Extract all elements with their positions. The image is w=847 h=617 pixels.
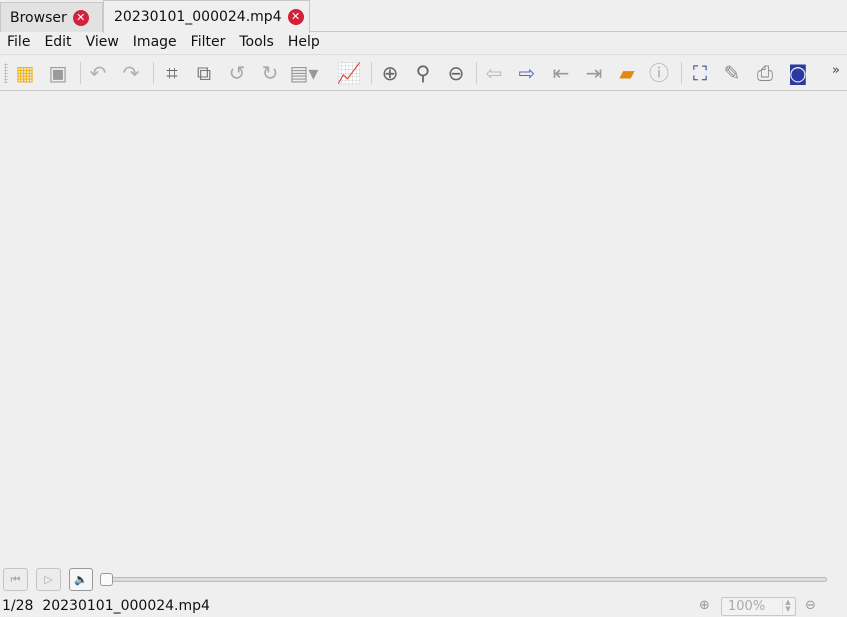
- redo-button[interactable]: ↷: [118, 61, 144, 85]
- play-button[interactable]: ▷: [36, 568, 61, 591]
- fullscreen-icon: ⛶: [693, 61, 707, 85]
- menu-image[interactable]: Image: [126, 32, 184, 52]
- undo-button[interactable]: ↶: [85, 61, 111, 85]
- menu-help[interactable]: Help: [281, 32, 327, 52]
- properties-button[interactable]: ⓘ: [646, 61, 672, 85]
- close-icon[interactable]: ✕: [287, 9, 304, 25]
- histogram-icon: 📈: [336, 61, 362, 85]
- first-button[interactable]: ⇤: [548, 61, 574, 85]
- zoom-out-icon: ⊖: [447, 61, 465, 85]
- zoom-value: 100%: [728, 599, 766, 614]
- volume-icon: 🔈: [74, 573, 88, 586]
- zoom-in-icon: ⊕: [381, 61, 399, 85]
- rotate-right-icon: ↻: [261, 61, 279, 85]
- zoom-spinner[interactable]: ▲ ▼: [782, 599, 793, 614]
- more-icon[interactable]: »: [832, 63, 840, 78]
- rotate-right-button[interactable]: ↻: [257, 61, 283, 85]
- slideshow-button[interactable]: ▰: [614, 61, 640, 85]
- seek-slider[interactable]: [103, 577, 827, 582]
- redo-icon: ↷: [122, 61, 140, 85]
- tab-bar: Browser ✕ 20230101_000024.mp4 ✕: [0, 0, 847, 33]
- save-icon: ▣: [48, 61, 68, 85]
- zoom-in-button[interactable]: ⊕: [377, 61, 403, 85]
- next-icon: ⇨: [518, 61, 536, 85]
- rotate-left-icon: ↺: [228, 61, 246, 85]
- last-button[interactable]: ⇥: [581, 61, 607, 85]
- zoom-actual-button[interactable]: ⚲: [410, 61, 436, 85]
- tab-label: 20230101_000024.mp4: [114, 9, 282, 25]
- toolbar-separator: [80, 62, 81, 84]
- tab-browser[interactable]: Browser ✕: [0, 2, 103, 32]
- toolbar: » ▦ ▣ ↶ ↷ ⌗ ⧉ ↺ ↻ ▤▾ 📈 ⊕ ⚲ ⊖ ⇦ ⇨ ⇤ ⇥ ▰ ⓘ ⛶ ✎ ⎙ ◙: [0, 54, 847, 91]
- fullscreen-button[interactable]: ⛶: [687, 61, 713, 85]
- rotate-left-button[interactable]: ↺: [224, 61, 250, 85]
- toolbar-separator: [476, 62, 477, 84]
- tools-icon: ✎: [723, 61, 741, 85]
- menu-edit[interactable]: Edit: [37, 32, 78, 52]
- resize-icon: ⧉: [196, 61, 212, 85]
- undo-icon: ↶: [89, 61, 107, 85]
- tab-label: Browser: [10, 9, 67, 26]
- skip-back-icon: ⏮: [10, 572, 21, 586]
- play-icon: ▷: [44, 573, 53, 586]
- first-frame-button[interactable]: ⏮: [3, 568, 28, 591]
- zoom-out-button[interactable]: ⊖: [443, 61, 469, 85]
- tools-button[interactable]: ✎: [719, 61, 745, 85]
- crop-icon: ⌗: [166, 61, 178, 85]
- print-icon: ⎙: [757, 61, 773, 85]
- tab-video[interactable]: 20230101_000024.mp4 ✕: [103, 0, 310, 33]
- toolbar-separator: [681, 62, 682, 84]
- histogram-button[interactable]: 📈: [336, 61, 362, 85]
- previous-button[interactable]: ⇦: [481, 61, 507, 85]
- previous-icon: ⇦: [485, 61, 503, 85]
- adjust-dropdown-button[interactable]: ▤▾: [289, 61, 319, 85]
- slideshow-icon: ▰: [619, 61, 635, 85]
- menu-view[interactable]: View: [79, 32, 126, 52]
- close-icon[interactable]: ✕: [72, 9, 89, 26]
- print-button[interactable]: ⎙: [752, 61, 778, 85]
- status-text: 1/28 20230101_000024.mp4: [2, 598, 210, 614]
- toolbar-separator: [153, 62, 154, 84]
- next-button[interactable]: ⇨: [514, 61, 540, 85]
- menu-filter[interactable]: Filter: [184, 32, 233, 52]
- browser-tree-button[interactable]: ▦: [12, 61, 38, 85]
- screenshot-button[interactable]: ◙: [785, 61, 811, 85]
- last-icon: ⇥: [585, 61, 603, 85]
- browser-tree-icon: ▦: [15, 61, 35, 85]
- seek-handle[interactable]: [100, 573, 113, 586]
- toolbar-grip[interactable]: [4, 63, 8, 83]
- menu-file[interactable]: File: [0, 32, 37, 52]
- screenshot-icon: ◙: [788, 61, 808, 85]
- save-button[interactable]: ▣: [45, 61, 71, 85]
- properties-icon: ⓘ: [649, 61, 669, 85]
- zoom-in-icon[interactable]: ⊕: [699, 598, 710, 613]
- volume-button[interactable]: 🔈: [69, 568, 93, 591]
- adjust-dropdown-icon: ▤▾: [289, 61, 319, 85]
- zoom-out-icon[interactable]: ⊖: [805, 598, 816, 613]
- image-viewport[interactable]: [0, 92, 847, 562]
- menu-tools[interactable]: Tools: [232, 32, 281, 52]
- zoom-actual-icon: ⚲: [415, 61, 431, 85]
- menu-bar: File Edit View Image Filter Tools Help: [0, 32, 327, 52]
- crop-button[interactable]: ⌗: [159, 61, 185, 85]
- toolbar-separator: [371, 62, 372, 84]
- resize-button[interactable]: ⧉: [191, 61, 217, 85]
- zoom-field[interactable]: 100% ▲ ▼: [721, 597, 796, 616]
- first-icon: ⇤: [552, 61, 570, 85]
